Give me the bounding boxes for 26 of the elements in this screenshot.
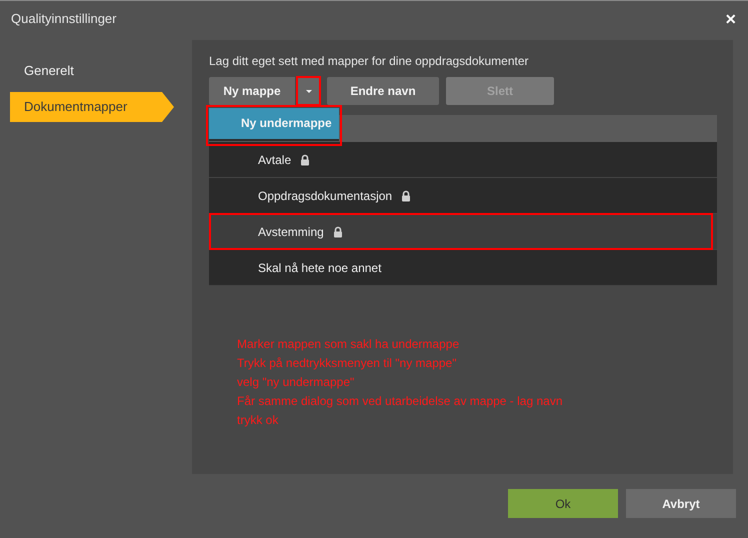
lock-icon bbox=[400, 190, 412, 202]
lock-icon bbox=[332, 226, 344, 238]
folder-name: Avstemming bbox=[258, 224, 324, 238]
sidebar-item[interactable]: Generelt bbox=[10, 56, 160, 86]
annotation-text: Marker mappen som sakl ha undermappe bbox=[237, 336, 460, 353]
new-folder-button[interactable]: Ny mappe bbox=[209, 77, 295, 105]
annotation-text: Trykk på nedtrykksmenyen til "ny mappe" bbox=[237, 355, 458, 372]
folder-row[interactable]: Avtale bbox=[209, 142, 717, 178]
folder-name: Avtale bbox=[258, 152, 292, 166]
folder-row[interactable]: Oppdragsdokumentasjon bbox=[209, 178, 717, 214]
close-button[interactable]: × bbox=[723, 10, 738, 28]
folder-row[interactable]: Avstemming bbox=[209, 214, 717, 250]
rename-button[interactable]: Endre navn bbox=[327, 77, 439, 105]
window-title: Qualityinnstillinger bbox=[11, 11, 116, 26]
instruction-text: Lag ditt eget sett med mapper for dine oppdragsdokumenter bbox=[209, 54, 530, 70]
sidebar-item[interactable]: Dokumentmapper bbox=[10, 92, 174, 122]
annotation-text: velg "ny undermappe" bbox=[237, 374, 356, 391]
folder-name: Skal nå hete noe annet bbox=[258, 260, 382, 274]
folder-name: Oppdragsdokumentasjon bbox=[258, 188, 392, 202]
caret-icon bbox=[306, 90, 312, 92]
annotation-text: Får samme dialog som ved utarbeidelse av mappe - lag navn bbox=[237, 393, 564, 410]
cancel-button[interactable]: Avbryt bbox=[626, 489, 736, 518]
lock-icon bbox=[299, 154, 312, 166]
folder-row[interactable]: Skal nå hete noe annet bbox=[209, 250, 717, 286]
annotation-text: trykk ok bbox=[237, 412, 280, 429]
ok-button[interactable]: Ok bbox=[508, 489, 618, 518]
